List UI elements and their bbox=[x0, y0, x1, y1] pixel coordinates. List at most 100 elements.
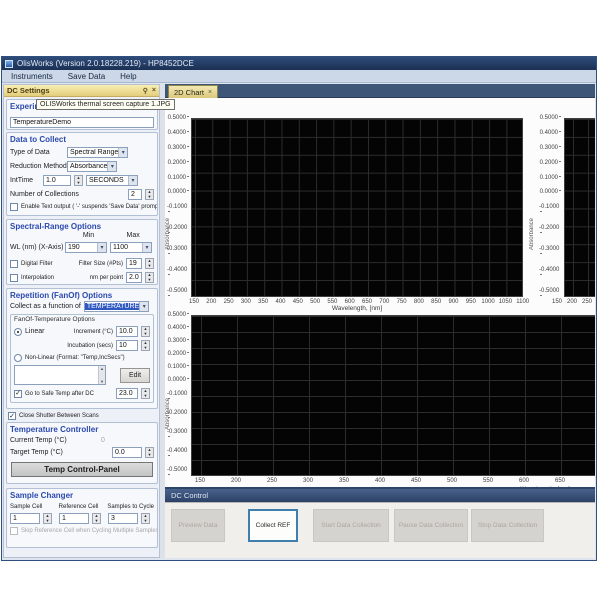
dc-control-header: DC Control bbox=[165, 489, 595, 502]
samples-to-cycle-input[interactable] bbox=[108, 513, 138, 524]
sample-cell-label: Sample Cell bbox=[10, 504, 56, 510]
linear-radio[interactable] bbox=[14, 328, 22, 336]
tooltip: OLISWorks thermal screen capture 1.JPG bbox=[36, 99, 175, 110]
y-tick-label: -0.3000 bbox=[167, 429, 189, 441]
enable-text-label: Enable Text output ( '-' suspends 'Save … bbox=[21, 204, 158, 210]
x-tick-label: 200 bbox=[567, 299, 577, 305]
sample-cell-input[interactable] bbox=[10, 513, 40, 524]
digital-filter-checkbox[interactable] bbox=[10, 260, 18, 268]
nonlinear-radio[interactable] bbox=[14, 354, 22, 362]
collect-fn-label: Collect as a function of bbox=[10, 303, 81, 310]
temp-control-panel-button[interactable]: Temp Control-Panel bbox=[11, 462, 153, 477]
scroll-up-icon[interactable]: ▲ bbox=[99, 366, 105, 371]
spinner-down-icon[interactable]: ▼ bbox=[146, 264, 153, 269]
nonlinear-temp-list[interactable]: ▲ ▼ bbox=[14, 365, 106, 385]
reference-cell-input[interactable] bbox=[59, 513, 89, 524]
y-tick-label: 0.3000 bbox=[168, 338, 189, 344]
spinner-down-icon[interactable]: ▼ bbox=[142, 394, 149, 399]
increment-input[interactable] bbox=[116, 326, 138, 337]
inttime-spinner[interactable]: ▲▼ bbox=[74, 175, 83, 186]
collect-fn-select[interactable]: TEMPERATURE ▾ bbox=[84, 301, 149, 312]
window-title: OlisWorks (Version 2.0.18228.219) - HP84… bbox=[17, 59, 194, 68]
inttime-units-select[interactable]: SECONDS ▾ bbox=[86, 175, 138, 186]
chart-plot-top bbox=[191, 118, 523, 297]
incubation-input[interactable] bbox=[116, 340, 138, 351]
spinner-down-icon[interactable]: ▼ bbox=[44, 519, 51, 524]
safe-temp-spinner[interactable]: ▲▼ bbox=[141, 388, 150, 399]
spinner-down-icon[interactable]: ▼ bbox=[93, 519, 100, 524]
menu-save-data[interactable]: Save Data bbox=[68, 72, 105, 81]
chart-canvas: Absorbance 0.50000.40000.30000.20000.100… bbox=[165, 98, 595, 487]
list-scrollbar[interactable]: ▲ ▼ bbox=[98, 366, 105, 384]
close-icon[interactable]: × bbox=[152, 87, 156, 94]
menu-help[interactable]: Help bbox=[120, 72, 136, 81]
edit-button[interactable]: Edit bbox=[120, 368, 150, 383]
section-title: Sample Changer bbox=[10, 491, 154, 500]
skip-reference-checkbox bbox=[10, 527, 18, 535]
chart-plot-bottom bbox=[191, 315, 595, 476]
experiment-name-input[interactable] bbox=[10, 117, 154, 128]
max-label: Max bbox=[112, 232, 154, 239]
increment-spinner[interactable]: ▲▼ bbox=[141, 326, 150, 337]
y-tick-label: 0.2000 bbox=[168, 160, 189, 166]
menu-instruments[interactable]: Instruments bbox=[11, 72, 53, 81]
temperature-controller-group: Temperature Controller Current Temp (°C)… bbox=[6, 422, 158, 484]
type-of-data-label: Type of Data bbox=[10, 149, 64, 156]
filter-size-label: Filter Size (#Pts) bbox=[79, 261, 123, 267]
collect-ref-button[interactable]: Collect REF bbox=[248, 509, 298, 542]
tab-2d-chart[interactable]: 2D Chart × bbox=[168, 85, 218, 98]
target-temp-spinner[interactable]: ▲▼ bbox=[145, 447, 154, 458]
wl-min-select[interactable]: 190 ▾ bbox=[65, 242, 107, 253]
inttime-label: IntTime bbox=[10, 177, 40, 184]
pin-icon[interactable]: ⚲ bbox=[143, 87, 148, 95]
dropdown-arrow-icon: ▾ bbox=[142, 243, 151, 252]
scroll-down-icon[interactable]: ▼ bbox=[99, 379, 105, 384]
chart-zone: 2D Chart × Absorbance 0.50000.40000.3000… bbox=[165, 84, 595, 558]
tab-close-icon[interactable]: × bbox=[208, 89, 212, 96]
spinner-down-icon[interactable]: ▼ bbox=[146, 278, 153, 283]
spinner-down-icon[interactable]: ▼ bbox=[142, 346, 149, 351]
incubation-spinner[interactable]: ▲▼ bbox=[141, 340, 150, 351]
x-axis-ticks: 150200250 bbox=[564, 298, 595, 306]
target-temp-input[interactable] bbox=[112, 447, 142, 458]
collections-input[interactable] bbox=[128, 189, 142, 200]
reference-cell-spinner[interactable]: ▲▼ bbox=[92, 513, 101, 524]
y-tick-label: -0.2000 bbox=[167, 225, 189, 237]
y-tick-label: 0.0000 bbox=[168, 189, 189, 195]
reduction-method-select[interactable]: Absorbance ▾ bbox=[67, 161, 117, 172]
y-tick-label: -0.5000 bbox=[167, 288, 189, 300]
reduction-method-label: Reduction Method bbox=[10, 163, 64, 170]
spinner-down-icon[interactable]: ▼ bbox=[75, 181, 82, 186]
x-tick-label: 350 bbox=[339, 478, 349, 484]
interpolation-checkbox[interactable] bbox=[10, 274, 18, 282]
wl-max-select[interactable]: 1100 ▾ bbox=[110, 242, 152, 253]
spinner-down-icon[interactable]: ▼ bbox=[142, 519, 149, 524]
filter-size-input[interactable] bbox=[126, 258, 142, 269]
y-tick-label: 0.0000 bbox=[168, 377, 189, 383]
panel-header: DC Settings ⚲ × bbox=[4, 85, 159, 97]
inttime-input[interactable] bbox=[43, 175, 71, 186]
collections-spinner[interactable]: ▲▼ bbox=[145, 189, 154, 200]
safe-temp-input[interactable] bbox=[116, 388, 138, 399]
nm-per-point-input[interactable] bbox=[126, 272, 142, 283]
spinner-down-icon[interactable]: ▼ bbox=[142, 332, 149, 337]
nm-per-point-spinner[interactable]: ▲▼ bbox=[145, 272, 154, 283]
y-tick-label: -0.3000 bbox=[167, 246, 189, 258]
y-tick-label: 0.5000 bbox=[168, 312, 189, 318]
close-shutter-checkbox[interactable] bbox=[8, 412, 16, 420]
spinner-down-icon[interactable]: ▼ bbox=[146, 195, 153, 200]
dropdown-arrow-icon: ▾ bbox=[97, 243, 106, 252]
filter-size-spinner[interactable]: ▲▼ bbox=[145, 258, 154, 269]
y-tick-label: -0.2000 bbox=[167, 410, 189, 422]
samples-to-cycle-spinner[interactable]: ▲▼ bbox=[141, 513, 150, 524]
fanof-title: FanOf-Temperature Options bbox=[14, 316, 150, 323]
enable-text-checkbox[interactable] bbox=[10, 203, 18, 211]
combo-value: TEMPERATURE bbox=[85, 303, 139, 310]
x-tick-label: 500 bbox=[447, 478, 457, 484]
sample-cell-spinner[interactable]: ▲▼ bbox=[43, 513, 52, 524]
sample-changer-group: Sample Changer Sample Cell Reference Cel… bbox=[6, 488, 158, 548]
type-of-data-select[interactable]: Spectral Range ▾ bbox=[67, 147, 128, 158]
spinner-down-icon[interactable]: ▼ bbox=[146, 453, 153, 458]
safe-temp-checkbox[interactable] bbox=[14, 390, 22, 398]
y-tick-label: 0.4000 bbox=[168, 130, 189, 136]
